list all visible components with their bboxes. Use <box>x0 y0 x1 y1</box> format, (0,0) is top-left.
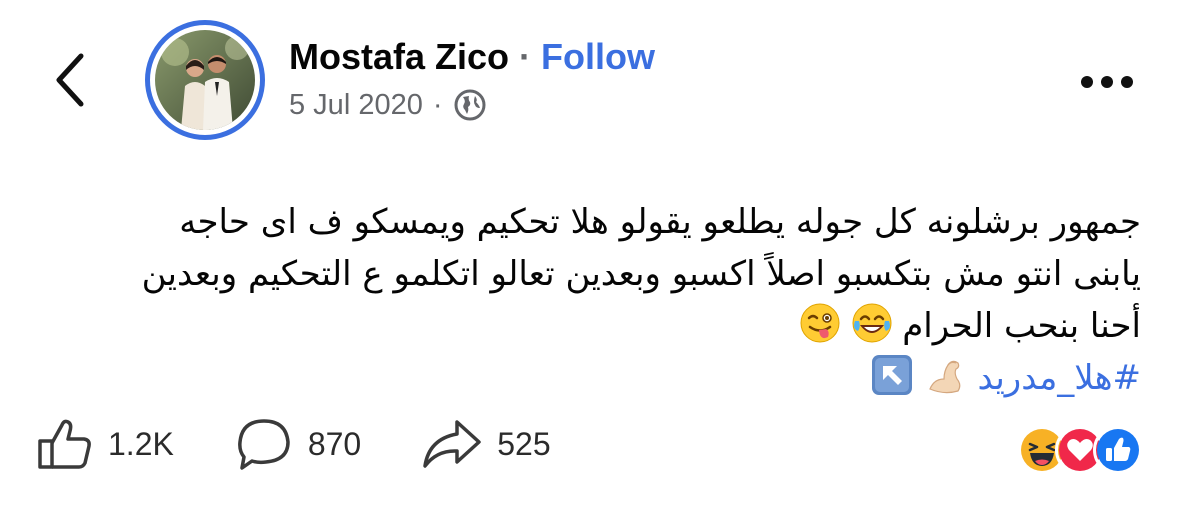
comments-count: 870 <box>307 425 362 462</box>
post-line-3-text: أحنا بنحب الحرام <box>902 306 1141 346</box>
share-button[interactable]: 525 <box>421 417 551 471</box>
thumbs-up-icon <box>38 419 91 469</box>
up-left-arrow-emoji-icon <box>870 353 914 397</box>
back-button[interactable] <box>48 48 92 112</box>
follow-button[interactable]: Follow <box>541 36 655 78</box>
globe-icon <box>453 88 487 122</box>
like-button[interactable]: 1.2K <box>36 417 174 471</box>
hashtag-link[interactable]: #هلا_مدريد <box>978 358 1142 398</box>
post-line-3: أحنا بنحب الحرام <box>31 300 1141 352</box>
post-actions: 1.2K 870 525 <box>36 416 611 472</box>
post-line-2: يابنى انتو مش بتكسبو اصلاً اكسبو وبعدين … <box>141 254 1141 294</box>
share-arrow-icon <box>423 420 481 468</box>
winking-tongue-emoji-icon <box>798 301 842 345</box>
post-date[interactable]: 5 Jul 2020 <box>289 89 423 122</box>
avatar[interactable] <box>145 20 265 140</box>
name-separator: · <box>519 36 532 77</box>
shares-count: 525 <box>497 425 551 462</box>
post-text: جمهور برشلونه كل جوله يطلعو يقولو هلا تح… <box>31 196 1141 404</box>
chevron-left-icon <box>56 53 84 107</box>
avatar-photo <box>155 30 255 130</box>
more-options-button[interactable] <box>1079 68 1135 96</box>
like-reaction-icon <box>1093 425 1143 475</box>
flexed-biceps-emoji-icon <box>924 353 968 397</box>
reactions-summary[interactable] <box>1017 425 1143 475</box>
post-line-1: جمهور برشلونه كل جوله يطلعو يقولو هلا تح… <box>179 202 1141 242</box>
post-line-4: #هلا_مدريد <box>31 352 1141 404</box>
post-meta: 5 Jul 2020 · <box>289 88 487 122</box>
author-name[interactable]: Mostafa Zico <box>289 36 509 78</box>
meta-separator: · <box>432 88 443 121</box>
likes-count: 1.2K <box>108 425 174 462</box>
post-header: Mostafa Zico · Follow <box>289 36 655 78</box>
comment-button[interactable]: 870 <box>234 416 361 472</box>
tears-of-joy-emoji-icon <box>850 301 894 345</box>
comment-bubble-icon <box>237 419 290 470</box>
more-horizontal-icon <box>1081 76 1133 88</box>
